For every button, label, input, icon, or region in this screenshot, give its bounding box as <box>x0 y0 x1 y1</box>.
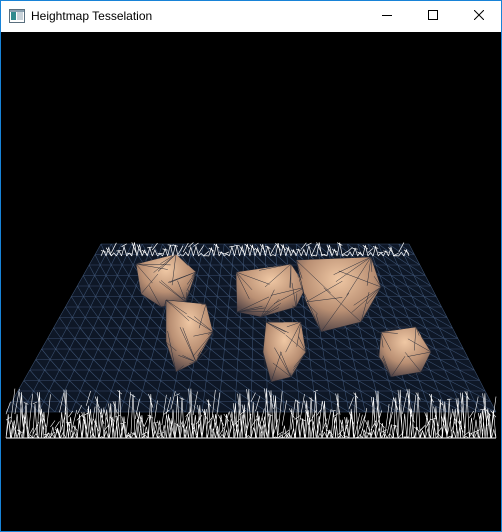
maximize-icon <box>428 7 438 25</box>
maximize-button[interactable] <box>410 1 456 31</box>
close-icon <box>473 7 485 25</box>
window-title: Heightmap Tesselation <box>31 9 153 23</box>
minimize-button[interactable] <box>364 1 410 31</box>
minimize-icon <box>382 7 392 25</box>
app-window: Heightmap Tesselation <box>0 0 502 532</box>
render-viewport[interactable] <box>1 32 501 531</box>
terrain-wireframe <box>5 242 497 439</box>
app-window-icon[interactable] <box>9 9 25 23</box>
close-button[interactable] <box>456 1 501 31</box>
title-bar[interactable]: Heightmap Tesselation <box>1 1 501 32</box>
